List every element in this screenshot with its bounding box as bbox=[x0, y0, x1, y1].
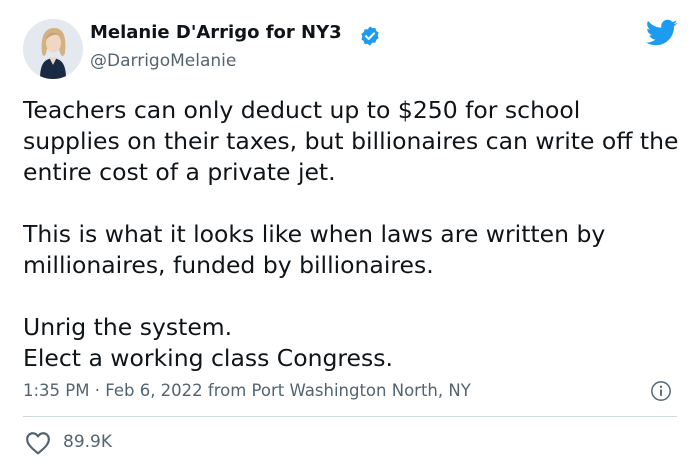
tweet-line: Elect a working class Congress. bbox=[23, 344, 393, 372]
tweet-line: Unrig the system. bbox=[23, 313, 233, 341]
twitter-bird-icon[interactable] bbox=[646, 19, 678, 47]
verified-badge-icon bbox=[361, 26, 379, 46]
info-icon[interactable] bbox=[650, 380, 672, 402]
tweet-text: Teachers can only deduct up to $250 for … bbox=[23, 95, 683, 374]
tweet-metadata: 1:35 PM · Feb 6, 2022 from Port Washingt… bbox=[23, 381, 471, 400]
tweet-paragraph: This is what it looks like when laws are… bbox=[23, 220, 606, 279]
meta-separator: · bbox=[94, 381, 100, 400]
display-name[interactable]: Melanie D'Arrigo for NY3 bbox=[90, 22, 342, 43]
tweet-card: Melanie D'Arrigo for NY3 @DarrigoMelanie… bbox=[0, 0, 700, 471]
heart-icon[interactable] bbox=[25, 431, 51, 455]
tweet-time[interactable]: 1:35 PM bbox=[23, 381, 89, 400]
handle[interactable]: @DarrigoMelanie bbox=[90, 51, 236, 71]
divider bbox=[23, 416, 677, 417]
tweet-paragraph: Teachers can only deduct up to $250 for … bbox=[23, 96, 679, 186]
tweet-paragraph: Unrig the system. Elect a working class C… bbox=[23, 312, 683, 374]
tweet-date-location[interactable]: Feb 6, 2022 from Port Washington North, … bbox=[105, 381, 471, 400]
like-count[interactable]: 89.9K bbox=[63, 432, 112, 452]
avatar[interactable] bbox=[23, 19, 83, 79]
